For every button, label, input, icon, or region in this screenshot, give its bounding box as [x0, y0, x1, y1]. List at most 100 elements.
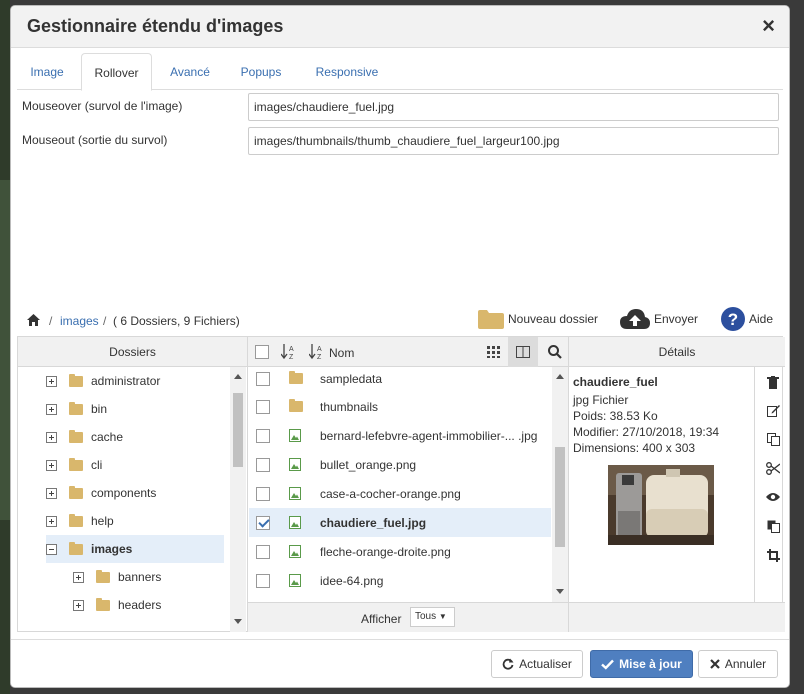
folder-icon [289, 399, 303, 412]
view-icon[interactable] [763, 487, 783, 507]
folder-cli[interactable]: cli [46, 451, 246, 479]
row-checkbox[interactable] [256, 399, 270, 414]
folder-cache[interactable]: cache [46, 423, 246, 451]
file-list: sampledata thumbnails bernard-lefebvre-a… [248, 367, 552, 603]
folder-icon [69, 373, 83, 387]
edit-icon[interactable] [763, 400, 783, 420]
tab-responsive[interactable]: Responsive [307, 53, 387, 90]
row-checkbox[interactable] [256, 573, 270, 588]
scroll-down-icon[interactable] [234, 619, 242, 624]
scroll-up-icon[interactable] [556, 374, 564, 379]
row-checkbox[interactable] [256, 486, 270, 501]
cut-icon[interactable] [763, 458, 783, 478]
row-checkbox-checked[interactable] [256, 515, 270, 530]
select-all-checkbox[interactable] [255, 345, 269, 359]
scroll-down-icon[interactable] [556, 589, 564, 594]
file-row[interactable]: bernard-lefebvre-agent-immobilier-... .j… [249, 421, 551, 450]
image-file-icon [289, 429, 301, 442]
refresh-button[interactable]: Actualiser [491, 650, 583, 678]
tab-popups[interactable]: Popups [231, 53, 291, 90]
scroll-thumb[interactable] [555, 447, 565, 547]
close-button[interactable]: × [762, 15, 775, 37]
delete-icon[interactable] [763, 372, 783, 392]
file-name: bullet_orange.png [320, 457, 417, 472]
expand-icon[interactable] [46, 375, 57, 387]
crop-icon[interactable] [763, 545, 783, 565]
folder-help[interactable]: help [46, 507, 246, 535]
folder-banners[interactable]: banners [73, 563, 243, 591]
search-icon[interactable] [548, 345, 562, 359]
folders-scrollbar[interactable] [230, 367, 246, 632]
file-name: thumbnails [320, 399, 379, 414]
mouseover-label: Mouseover (survol de l'image) [22, 99, 183, 113]
home-icon[interactable] [27, 314, 40, 326]
help-icon: ? [721, 307, 745, 331]
help-button[interactable]: ? Aide [721, 305, 773, 333]
row-checkbox[interactable] [256, 371, 270, 386]
details-header: Détails [569, 337, 785, 367]
folder-components[interactable]: components [46, 479, 246, 507]
image-file-icon [289, 574, 301, 587]
folder-open-icon [69, 541, 83, 555]
file-name: idee-64.png [320, 573, 384, 588]
cancel-label: Annuler [724, 657, 767, 671]
grid-view-icon[interactable] [487, 346, 500, 358]
mouseout-input[interactable] [248, 127, 779, 155]
dialog-title: Gestionnaire étendu d'images [27, 16, 284, 36]
breadcrumb-images[interactable]: images [60, 314, 99, 328]
file-name: chaudiere_fuel.jpg [320, 515, 427, 530]
expand-icon[interactable] [73, 599, 84, 611]
breadcrumb-separator: / [49, 314, 53, 328]
folder-administrator[interactable]: administrator [46, 367, 246, 395]
scroll-up-icon[interactable] [234, 374, 242, 379]
copy-icon[interactable] [763, 429, 783, 449]
expand-icon[interactable] [46, 459, 57, 471]
tab-image[interactable]: Image [17, 53, 77, 90]
folder-headers[interactable]: headers [73, 591, 243, 619]
help-label: Aide [749, 312, 774, 326]
file-name: bernard-lefebvre-agent-immobilier-... .j… [320, 428, 538, 443]
sort-name-label[interactable]: Nom [329, 346, 354, 360]
expand-icon[interactable] [46, 487, 57, 499]
svg-text:Z: Z [289, 354, 294, 360]
files-scrollbar[interactable] [552, 367, 568, 602]
file-row[interactable]: bullet_orange.png [249, 450, 551, 479]
update-button[interactable]: Mise à jour [590, 650, 693, 678]
show-select[interactable]: Tous ▼ [410, 607, 455, 627]
expand-icon[interactable] [46, 431, 57, 443]
file-row[interactable]: fleche-orange-droite.png [249, 537, 551, 566]
detail-dimensions: Dimensions: 400 x 303 [573, 441, 696, 455]
tab-rollover[interactable]: Rollover [81, 53, 152, 91]
folder-icon [96, 597, 110, 611]
file-row-selected[interactable]: chaudiere_fuel.jpg [249, 508, 551, 537]
scroll-thumb[interactable] [233, 393, 243, 467]
folder-bin[interactable]: bin [46, 395, 246, 423]
file-row[interactable]: sampledata [249, 367, 551, 393]
new-folder-button[interactable]: Nouveau dossier [478, 305, 598, 333]
sort-type-icon[interactable]: A Z [281, 344, 295, 360]
row-checkbox[interactable] [256, 457, 270, 472]
row-checkbox[interactable] [256, 428, 270, 443]
duplicate-icon[interactable] [763, 516, 783, 536]
cancel-button[interactable]: Annuler [698, 650, 778, 678]
tab-advanced[interactable]: Avancé [160, 53, 220, 90]
expand-icon[interactable] [73, 571, 84, 583]
row-checkbox[interactable] [256, 544, 270, 559]
upload-button[interactable]: Envoyer [620, 305, 698, 333]
mouseover-input[interactable] [248, 93, 779, 121]
mouseout-label: Mouseout (sortie du survol) [22, 133, 168, 147]
file-row[interactable]: case-a-cocher-orange.png [249, 479, 551, 508]
expand-icon[interactable] [46, 515, 57, 527]
svg-text:A: A [289, 346, 294, 353]
details-view-toggle[interactable] [508, 337, 538, 367]
sort-name-icon[interactable]: A Z [309, 344, 323, 360]
expand-icon[interactable] [46, 403, 57, 415]
folder-images[interactable]: images [46, 535, 224, 563]
folders-header: Dossiers [18, 337, 247, 367]
svg-text:Z: Z [317, 354, 322, 360]
file-row[interactable]: thumbnails [249, 392, 551, 421]
collapse-icon[interactable] [46, 543, 57, 555]
file-row[interactable]: idee-64.png [249, 566, 551, 595]
close-icon [710, 659, 720, 669]
folder-label: help [91, 514, 114, 528]
